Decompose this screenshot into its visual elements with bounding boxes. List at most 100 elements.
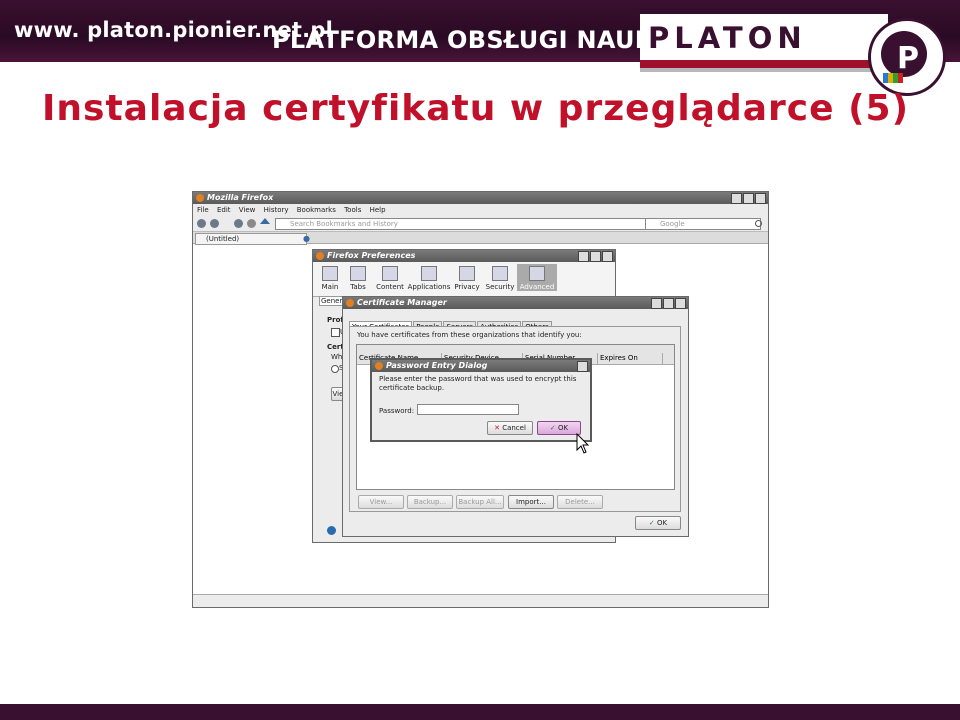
status-bar: [193, 594, 768, 607]
preferences-window-controls: [578, 251, 613, 262]
back-icon[interactable]: [197, 219, 206, 228]
brand-underline-grey: [640, 68, 880, 72]
backup-button[interactable]: Backup...: [407, 495, 453, 509]
menu-view[interactable]: View: [239, 206, 256, 214]
firefox-titlebar[interactable]: Mozilla Firefox: [193, 192, 768, 204]
close-icon[interactable]: [755, 193, 766, 204]
cert-manager-titlebar[interactable]: Certificate Manager: [343, 297, 688, 309]
header-banner: www. platon.pionier.net.pl PLATFORMA OBS…: [0, 0, 960, 62]
pane-tabs-label: Tabs: [350, 283, 366, 291]
check-icon: ✓: [648, 519, 655, 527]
pane-advanced-label: Advanced: [519, 283, 555, 291]
home-icon[interactable]: [260, 218, 270, 224]
pref-fragment-wh: Wh: [331, 353, 343, 361]
slide-title: Instalacja certyfikatu w przeglądarce (5…: [42, 88, 910, 129]
privacy-icon: [459, 266, 475, 281]
pionier-logo: P: [868, 18, 946, 96]
advanced-icon: [529, 266, 545, 281]
backup-all-button[interactable]: Backup All...: [456, 495, 504, 509]
pref-fragment-prof: Prof: [327, 316, 344, 324]
pref-radio[interactable]: [331, 365, 339, 373]
tab-strip: (Untitled) ●: [193, 232, 768, 245]
main-icon: [322, 266, 338, 281]
footer-bar: [0, 704, 960, 720]
pane-security[interactable]: Security: [483, 264, 517, 291]
window-controls: [731, 193, 766, 204]
pane-applications-label: Applications: [407, 283, 451, 291]
pane-advanced[interactable]: Advanced: [517, 264, 557, 291]
view-button[interactable]: View...: [358, 495, 404, 509]
password-dialog-title: Password Entry Dialog: [386, 361, 488, 370]
pane-content-label: Content: [376, 283, 404, 291]
brand-box: PLATON: [640, 14, 888, 60]
platform-name: PLATFORMA OBSŁUGI NAUKI: [272, 26, 663, 54]
minimize-icon[interactable]: [731, 193, 742, 204]
applications-icon: [421, 266, 437, 281]
help-icon[interactable]: [327, 526, 336, 535]
cert-ok-button[interactable]: ✓ OK: [635, 516, 681, 530]
pane-security-label: Security: [485, 283, 515, 291]
pane-privacy[interactable]: Privacy: [451, 264, 483, 291]
pref-maximize-icon[interactable]: [590, 251, 601, 262]
password-dialog-close-icon[interactable]: [577, 361, 588, 372]
menu-tools[interactable]: Tools: [344, 206, 361, 214]
cert-manager-title: Certificate Manager: [357, 298, 447, 307]
pref-close-icon[interactable]: [602, 251, 613, 262]
password-dialog-titlebar[interactable]: Password Entry Dialog: [372, 360, 590, 372]
cert-ok-label: OK: [657, 519, 668, 527]
tabs-icon: [350, 266, 366, 281]
pane-tabs[interactable]: Tabs: [343, 264, 373, 291]
cert-maximize-icon[interactable]: [663, 298, 674, 309]
password-dialog-app-icon: [375, 362, 383, 370]
google-search-field[interactable]: Google: [645, 218, 761, 230]
ok-label: OK: [558, 424, 569, 432]
mouse-cursor-icon: [576, 433, 590, 454]
pref-minimize-icon[interactable]: [578, 251, 589, 262]
brand-underline: [640, 60, 880, 68]
security-icon: [492, 266, 508, 281]
brand-name: PLATON: [648, 21, 807, 55]
cancel-button[interactable]: ✕ Cancel: [487, 421, 533, 435]
import-button[interactable]: Import...: [508, 495, 554, 509]
cert-close-icon[interactable]: [675, 298, 686, 309]
cert-manager-app-icon: [346, 299, 354, 307]
new-tab-icon[interactable]: ●: [303, 234, 310, 243]
menu-bookmarks[interactable]: Bookmarks: [297, 206, 336, 214]
preferences-titlebar[interactable]: Firefox Preferences: [313, 250, 615, 262]
forward-icon[interactable]: [210, 219, 219, 228]
menu-edit[interactable]: Edit: [217, 206, 231, 214]
navigation-toolbar: Search Bookmarks and History Google: [193, 216, 768, 232]
menu-help[interactable]: Help: [370, 206, 386, 214]
pane-applications[interactable]: Applications: [407, 264, 451, 291]
delete-button[interactable]: Delete...: [557, 495, 603, 509]
browser-tab[interactable]: (Untitled): [195, 233, 307, 245]
menu-bar: File Edit View History Bookmarks Tools H…: [193, 204, 768, 216]
preferences-pane-bar: Main Tabs Content Applications Privacy Securi…: [313, 262, 615, 297]
pane-main[interactable]: Main: [317, 264, 343, 291]
menu-history[interactable]: History: [264, 206, 289, 214]
cert-minimize-icon[interactable]: [651, 298, 662, 309]
location-bar[interactable]: Search Bookmarks and History: [275, 218, 653, 230]
password-dialog-message: Please enter the password that was used …: [379, 375, 577, 392]
search-icon[interactable]: [755, 220, 762, 227]
menu-file[interactable]: File: [197, 206, 209, 214]
check-icon: ✓: [549, 424, 556, 432]
pref-checkbox[interactable]: [331, 328, 340, 337]
stop-icon[interactable]: [247, 219, 256, 228]
col-expires-on[interactable]: Expires On: [598, 353, 663, 364]
maximize-icon[interactable]: [743, 193, 754, 204]
password-label: Password:: [379, 407, 415, 415]
reload-icon[interactable]: [234, 219, 243, 228]
preferences-app-icon: [316, 252, 324, 260]
cancel-label: Cancel: [502, 424, 526, 432]
x-icon: ✕: [494, 424, 500, 432]
ok-button[interactable]: ✓ OK: [537, 421, 581, 435]
password-input[interactable]: [417, 404, 519, 415]
logo-letter: P: [897, 41, 919, 76]
cert-description: You have certificates from these organiz…: [357, 331, 582, 339]
logo-color-bars: [883, 73, 903, 83]
pane-main-label: Main: [321, 283, 339, 291]
pane-content[interactable]: Content: [373, 264, 407, 291]
preferences-title: Firefox Preferences: [327, 251, 416, 260]
pane-privacy-label: Privacy: [454, 283, 480, 291]
